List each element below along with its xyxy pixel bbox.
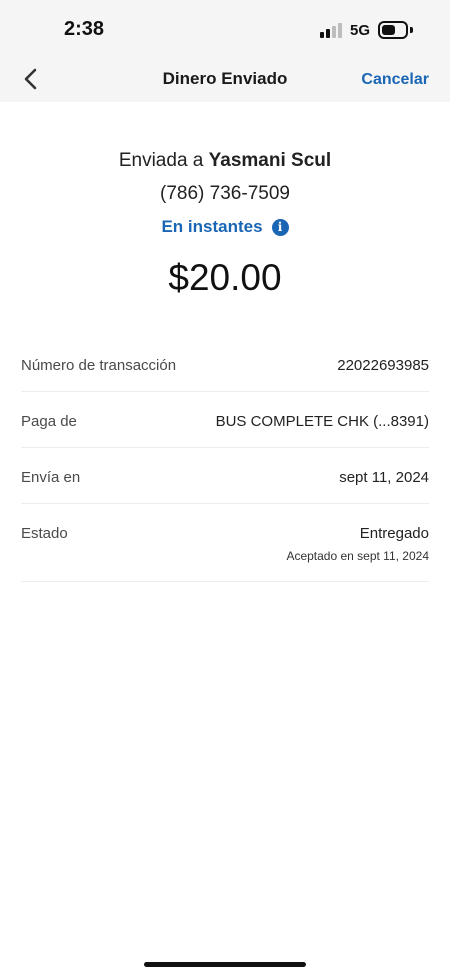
status-bar: 2:38 5G xyxy=(0,0,450,56)
detail-row-status: Estado Entregado Aceptado en sept 11, 20… xyxy=(21,504,429,582)
battery-fill xyxy=(382,25,395,35)
signal-bar xyxy=(332,26,336,38)
signal-bar xyxy=(320,32,324,38)
home-indicator xyxy=(144,962,306,967)
delivery-speed-label: En instantes xyxy=(161,217,263,236)
detail-label: Envía en xyxy=(21,469,81,486)
transfer-summary: Enviada a Yasmani Scul (786) 736-7509 En… xyxy=(0,150,450,299)
detail-row-send-on: Envía en sept 11, 2024 xyxy=(21,448,429,504)
detail-value: sept 11, 2024 xyxy=(339,469,429,486)
status-value: Entregado xyxy=(359,525,429,542)
detail-row-transaction-number: Número de transacción 22022693985 xyxy=(21,336,429,392)
signal-bar xyxy=(326,29,330,38)
nav-bar: Dinero Enviado Cancelar xyxy=(0,56,450,102)
status-time: 2:38 xyxy=(64,18,105,40)
detail-row-pay-from: Paga de BUS COMPLETE CHK (...8391) xyxy=(21,392,429,448)
sent-to-prefix: Enviada a xyxy=(118,150,204,171)
battery-tip xyxy=(410,27,413,33)
info-icon[interactable]: i xyxy=(271,218,289,236)
transaction-details: Número de transacción 22022693985 Paga d… xyxy=(21,336,429,582)
amount: $20.00 xyxy=(168,257,282,298)
detail-label: Número de transacción xyxy=(21,357,177,374)
detail-label: Paga de xyxy=(21,413,77,430)
battery-icon xyxy=(378,21,408,39)
recipient-phone: (786) 736-7509 xyxy=(160,183,290,204)
detail-label: Estado xyxy=(21,525,68,542)
signal-bar xyxy=(338,23,342,38)
status-subtext: Aceptado en sept 11, 2024 xyxy=(286,549,429,563)
recipient-name: Yasmani Scul xyxy=(208,150,332,171)
network-label: 5G xyxy=(350,22,371,39)
signal-icon xyxy=(320,22,344,38)
detail-value: BUS COMPLETE CHK (...8391) xyxy=(215,413,429,430)
cancel-button[interactable]: Cancelar xyxy=(361,71,429,89)
detail-value: 22022693985 xyxy=(337,357,429,374)
delivery-speed: En instantes i xyxy=(0,217,450,237)
recipient-line: Enviada a Yasmani Scul xyxy=(0,150,450,172)
